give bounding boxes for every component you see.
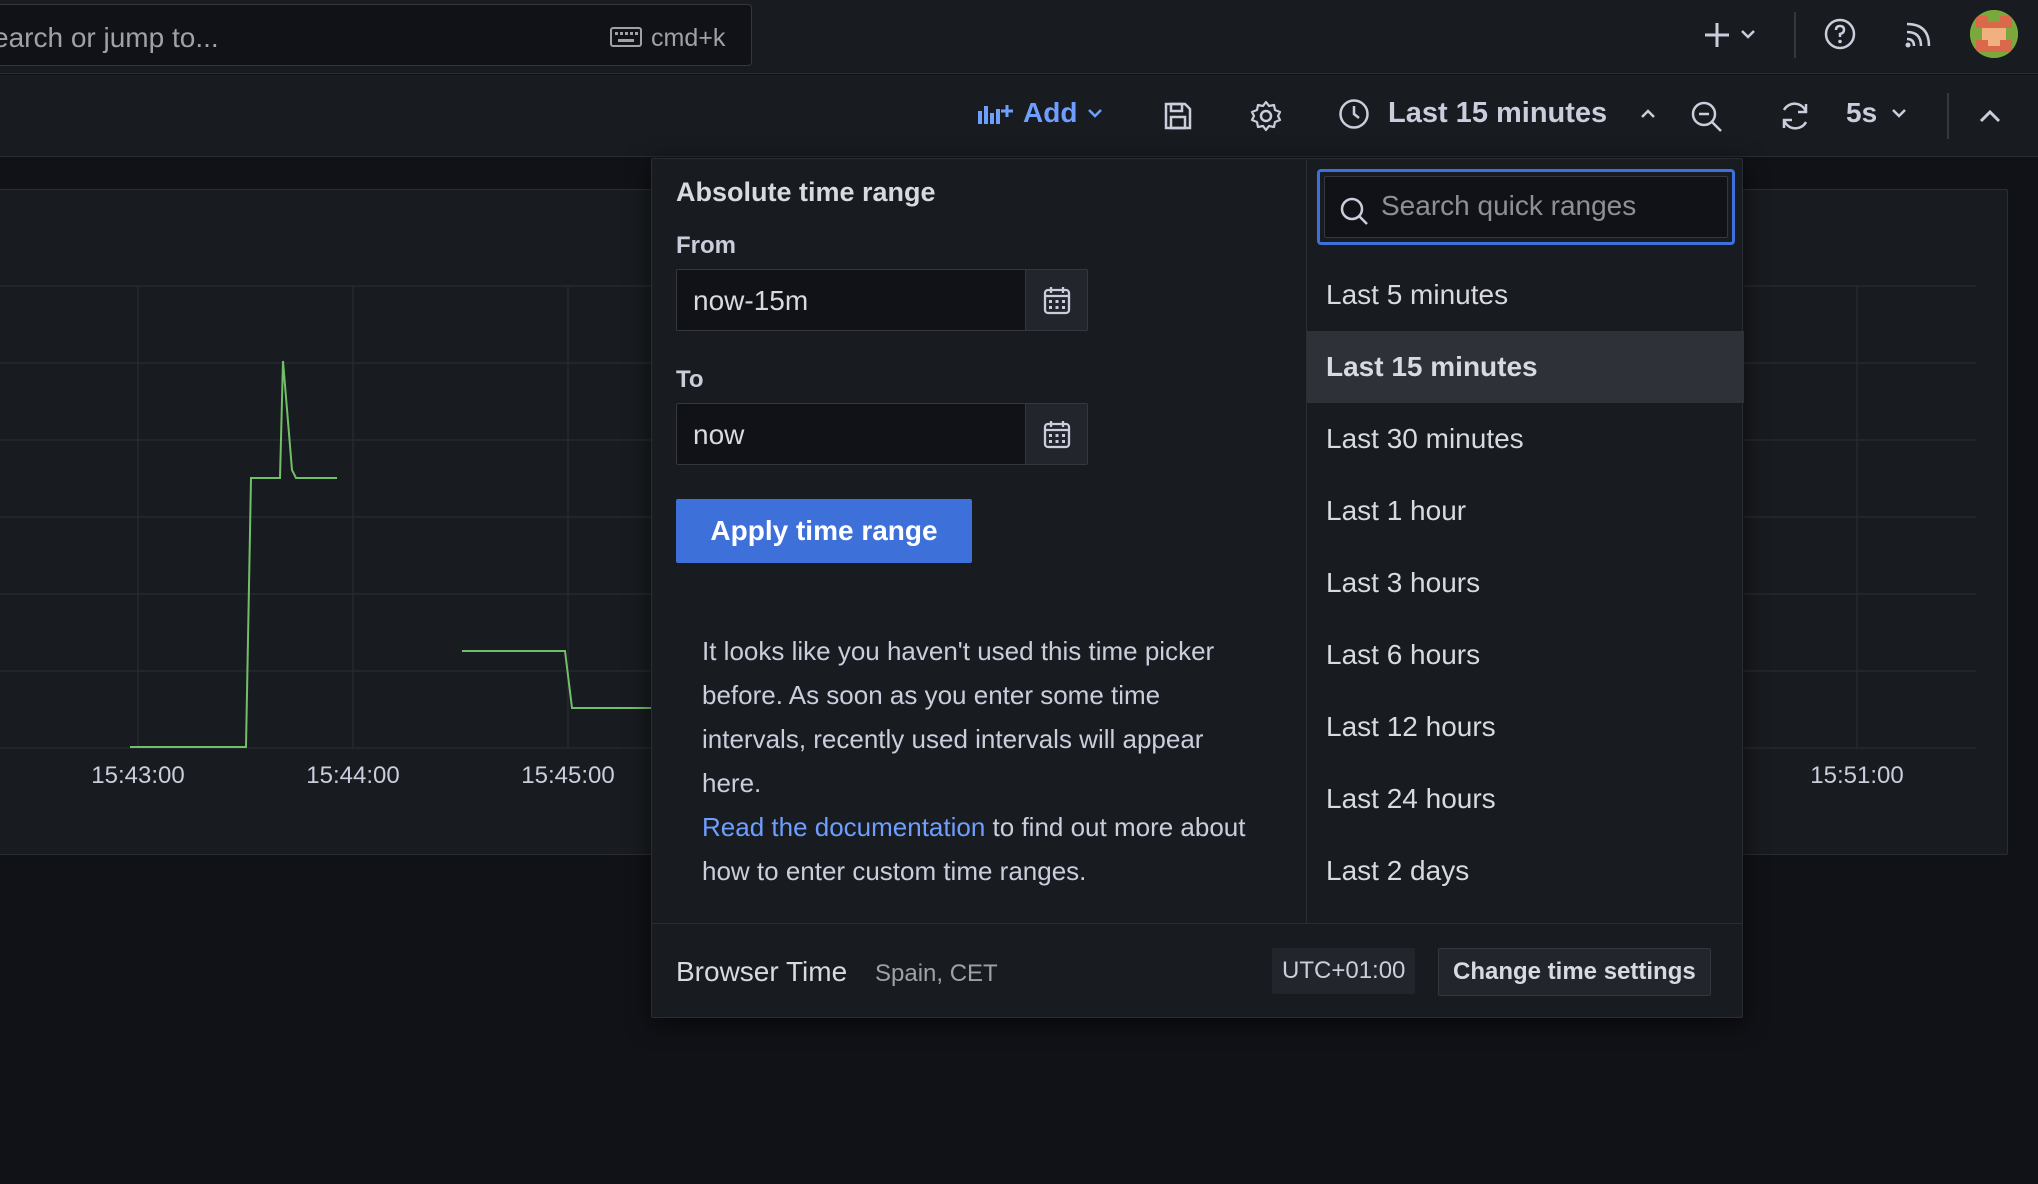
- quick-range-item[interactable]: Last 1 hour: [1307, 475, 1744, 547]
- apply-time-range-button[interactable]: Apply time range: [676, 499, 972, 563]
- calendar-icon: [1043, 421, 1070, 449]
- time-picker-dropdown: Absolute time range From now-15m To now: [651, 158, 1744, 1018]
- timezone-subtitle: Spain, CET: [875, 960, 998, 987]
- x-tick-label: 15:45:00: [521, 762, 615, 789]
- to-value: now: [693, 419, 745, 450]
- quick-range-item[interactable]: Last 24 hours: [1307, 763, 1744, 835]
- time-zone-footer: Browser Time Spain, CET UTC+01:00 Change…: [652, 923, 1742, 1018]
- quick-ranges-search-box: [1324, 176, 1728, 238]
- quick-range-item[interactable]: Last 6 hours: [1307, 619, 1744, 691]
- help-text: It looks like you haven't used this time…: [702, 636, 1215, 798]
- x-tick-label: 15:43:00: [91, 762, 185, 789]
- to-field[interactable]: now: [676, 403, 1088, 465]
- quick-ranges-search-input[interactable]: [1381, 190, 1721, 222]
- quick-range-item[interactable]: Last 2 days: [1307, 835, 1744, 907]
- from-calendar-button[interactable]: [1025, 270, 1087, 330]
- from-label: From: [676, 232, 736, 259]
- absolute-time-range-pane: Absolute time range From now-15m To now: [652, 159, 1306, 923]
- absolute-range-title: Absolute time range: [676, 177, 936, 207]
- help-message: It looks like you haven't used this time…: [702, 629, 1262, 893]
- quick-range-item[interactable]: Last 3 hours: [1307, 547, 1744, 619]
- app-root: earch or jump to... cmd+k Add Last 15 mi…: [0, 0, 2038, 1184]
- change-time-settings-button[interactable]: Change time settings: [1438, 948, 1711, 996]
- series-line-segment: [462, 650, 652, 709]
- quick-ranges-list: Last 5 minutes Last 15 minutes Last 30 min…: [1307, 259, 1744, 907]
- x-tick-label: 15:51:00: [1810, 762, 1904, 789]
- series-line-segment: [130, 360, 337, 748]
- x-tick-label: 15:44:00: [306, 762, 400, 789]
- quick-ranges-pane: Last 5 minutesLast 15 minutesLast 30 min…: [1306, 159, 1744, 923]
- documentation-link[interactable]: Read the documentation: [702, 812, 985, 842]
- from-value: now-15m: [693, 285, 809, 316]
- calendar-icon: [1043, 287, 1070, 315]
- search-icon: [1340, 197, 1368, 225]
- timezone-title: Browser Time: [676, 956, 848, 987]
- utc-offset-badge: UTC+01:00: [1272, 948, 1416, 994]
- quick-range-item[interactable]: Last 15 minutes: [1307, 331, 1744, 403]
- from-field[interactable]: now-15m: [676, 269, 1088, 331]
- quick-range-item[interactable]: Last 30 minutes: [1307, 403, 1744, 475]
- to-label: To: [676, 366, 704, 393]
- quick-range-item[interactable]: Last 5 minutes: [1307, 259, 1744, 331]
- quick-range-item[interactable]: Last 12 hours: [1307, 691, 1744, 763]
- to-calendar-button[interactable]: [1025, 404, 1087, 464]
- quick-ranges-search[interactable]: [1317, 169, 1735, 245]
